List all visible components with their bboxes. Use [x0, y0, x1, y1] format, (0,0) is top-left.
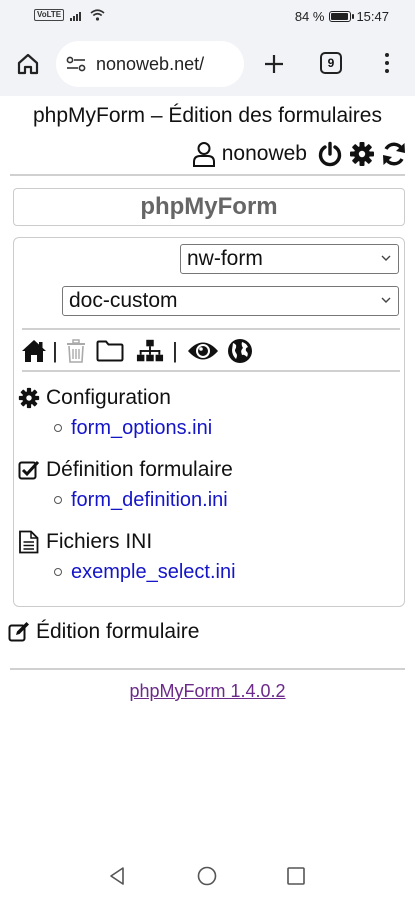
section-configuration: Configuration form_options.ini [18, 385, 212, 441]
divider [22, 370, 400, 372]
list-item: form_options.ini [54, 415, 212, 441]
footer-version-link[interactable]: phpMyForm 1.4.0.2 [129, 681, 285, 701]
file-text-icon [19, 530, 39, 554]
list-item: exemple_select.ini [54, 559, 236, 585]
user-icon [192, 142, 215, 167]
project-select-value: nw-form [187, 247, 263, 270]
clock: 15:47 [356, 9, 389, 24]
battery-icon [329, 11, 355, 22]
gear-icon [18, 387, 40, 409]
footer: phpMyForm 1.4.0.2 [0, 681, 415, 702]
action-toolbar: | | [20, 338, 254, 364]
eye-icon[interactable] [186, 338, 220, 364]
battery-percent: 84 % [294, 9, 325, 24]
form-select-value: doc-custom [69, 289, 178, 312]
form-select[interactable]: doc-custom [62, 286, 399, 316]
status-left: VoLTE [34, 9, 105, 21]
separator: | [172, 338, 178, 363]
url-text[interactable]: nonoweb.net/ [96, 54, 204, 75]
refresh-icon[interactable] [381, 141, 407, 167]
cellular-signal-icon [70, 11, 82, 21]
file-link[interactable]: form_options.ini [71, 417, 212, 440]
system-nav-bar [0, 850, 415, 900]
section-header: Configuration [18, 385, 212, 411]
bullet [54, 424, 62, 432]
file-link[interactable]: exemple_select.ini [71, 561, 236, 584]
trash-icon [62, 338, 90, 364]
section-title: Configuration [46, 386, 171, 409]
status-right: 84 % 15:47 [295, 9, 389, 24]
divider-top [10, 174, 405, 176]
globe-icon[interactable] [226, 338, 254, 364]
battery-level [331, 13, 349, 20]
status-bar: VoLTE 84 % 15:47 [0, 0, 415, 34]
section-title: Définition formulaire [46, 458, 233, 481]
chevron-down-icon [381, 255, 391, 261]
edit-form-heading: Édition formulaire [8, 620, 199, 644]
browser-menu-icon[interactable] [378, 51, 396, 75]
gear-icon[interactable] [349, 141, 375, 167]
username: nonoweb [221, 142, 307, 165]
sitemap-icon[interactable] [136, 338, 164, 364]
folder-icon[interactable] [96, 338, 124, 364]
section-header: Définition formulaire [18, 457, 233, 483]
volte-badge: VoLTE [34, 9, 65, 21]
edit-form-label: Édition formulaire [36, 620, 200, 643]
file-link[interactable]: form_definition.ini [71, 489, 228, 512]
home-nav-icon[interactable] [197, 866, 217, 886]
power-icon[interactable] [317, 141, 343, 167]
project-select[interactable]: nw-form [180, 244, 399, 274]
edit-icon [8, 622, 29, 642]
bullet [54, 568, 62, 576]
wifi-icon [90, 9, 105, 21]
back-icon[interactable] [108, 866, 128, 886]
separator: | [52, 338, 58, 363]
section-ini-files: Fichiers INI exemple_select.ini [18, 529, 236, 585]
home-icon[interactable] [16, 52, 40, 76]
section-title: Fichiers INI [46, 530, 153, 553]
bullet [54, 496, 62, 504]
chevron-down-icon [381, 297, 391, 303]
browser-toolbar: nonoweb.net/ 9 [0, 34, 415, 96]
user-bar: nonoweb [192, 141, 407, 167]
divider [22, 328, 400, 330]
recents-icon[interactable] [286, 866, 306, 886]
home-icon[interactable] [20, 338, 48, 364]
checkbox-icon [18, 460, 40, 480]
site-settings-icon[interactable] [66, 56, 86, 72]
app-name-banner: phpMyForm [13, 188, 405, 226]
tab-switcher-button[interactable]: 9 [320, 52, 342, 74]
list-item: form_definition.ini [54, 487, 233, 513]
file-panel: nw-form doc-custom | | Configuration for… [13, 237, 405, 607]
section-header: Fichiers INI [18, 529, 236, 555]
section-form-definition: Définition formulaire form_definition.in… [18, 457, 233, 513]
divider-bottom [10, 668, 405, 670]
new-tab-icon[interactable] [262, 52, 286, 76]
address-bar[interactable]: nonoweb.net/ [56, 41, 244, 87]
page-title: phpMyForm – Édition des formulaires [33, 104, 382, 127]
